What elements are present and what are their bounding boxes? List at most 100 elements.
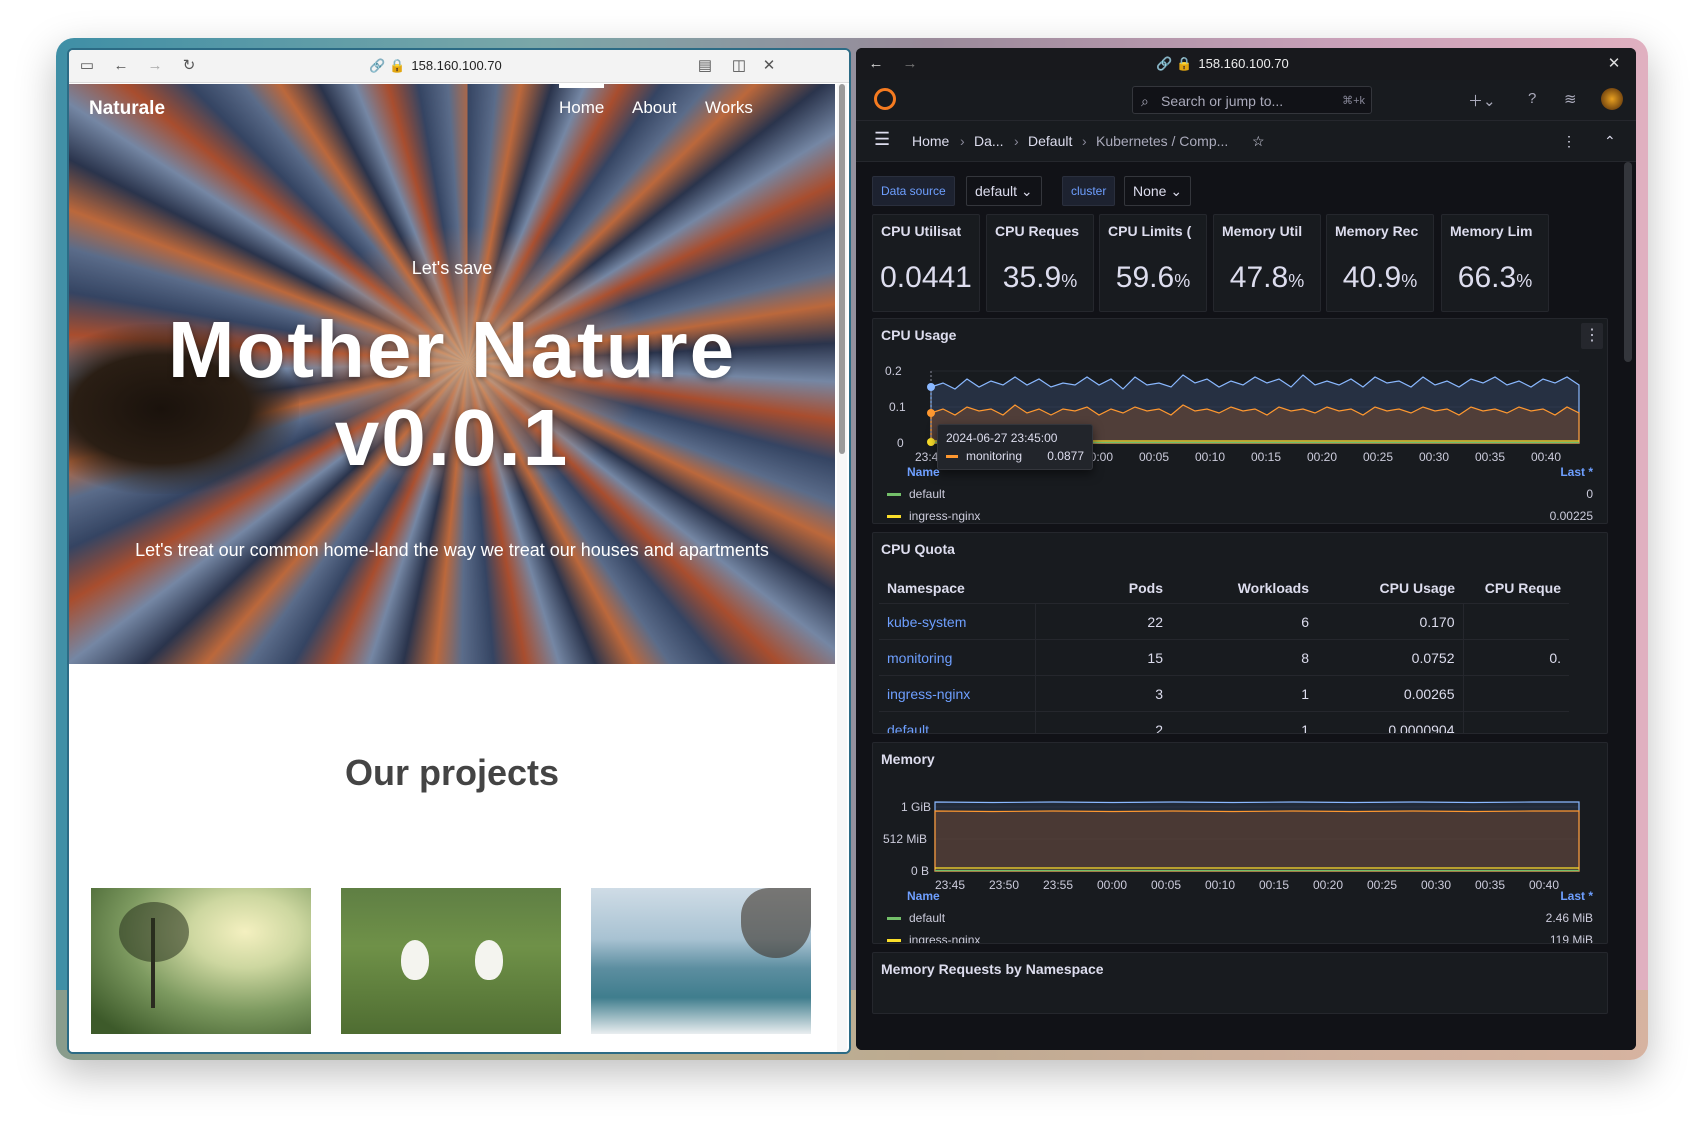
x-tick: 23:50 xyxy=(989,878,1019,892)
x-tick: 00:20 xyxy=(1313,878,1343,892)
x-tick: 00:15 xyxy=(1259,878,1289,892)
panel-title: Memory xyxy=(881,751,935,767)
project-image-foggy-tree[interactable] xyxy=(91,888,311,1034)
var-select-cluster[interactable]: None ⌄ xyxy=(1124,176,1192,206)
link-icon: 🔗 xyxy=(1156,56,1173,71)
add-menu-icon[interactable]: ＋⌄ xyxy=(1468,90,1496,111)
sidebar-icon[interactable]: ▭ xyxy=(77,56,97,76)
col-cpu-requests[interactable]: CPU Reque xyxy=(1463,573,1569,604)
project-image-winter-lake[interactable] xyxy=(591,888,811,1034)
menu-icon[interactable]: ☰ xyxy=(874,129,890,150)
var-label-cluster: cluster xyxy=(1062,176,1116,206)
site-logo[interactable]: Naturale xyxy=(89,98,165,120)
news-rss-icon[interactable]: ≋ xyxy=(1564,90,1577,108)
insecure-lock-icon: 🔒 xyxy=(1176,56,1193,71)
stat-memory-limits[interactable]: Memory Lim 66.3% xyxy=(1441,214,1549,312)
nav-home[interactable]: Home xyxy=(559,84,605,118)
search-input[interactable]: ⌕ Search or jump to... ⌘+k xyxy=(1132,86,1372,114)
browser-window-right: ← → 🔗 🔒 158.160.100.70 ✕ ⌕ Search or jump … xyxy=(856,48,1636,1050)
breadcrumb: ☰ Home › Da... › Default › Kubernetes / … xyxy=(856,121,1636,162)
hero-kicker: Let's save xyxy=(411,258,493,278)
x-tick: 00:25 xyxy=(1367,878,1397,892)
x-tick: 00:10 xyxy=(1195,450,1225,464)
namespace-link[interactable]: kube-system xyxy=(879,603,1036,640)
x-tick: 23:4 xyxy=(915,450,939,464)
close-icon[interactable]: ✕ xyxy=(1604,54,1624,74)
collapse-icon[interactable]: ⌃ xyxy=(1604,133,1616,150)
legend-item[interactable]: ingress-nginx 119 MiB xyxy=(887,933,1593,943)
browser-toolbar: ▭ ← → ↻ 🔗 🔒 158.160.100.70 ▤ ◫ ✕ xyxy=(69,50,849,83)
hover-point xyxy=(927,383,935,391)
x-tick: 00:35 xyxy=(1475,450,1505,464)
legend-header-last[interactable]: Last * xyxy=(1560,889,1593,903)
insecure-lock-icon: 🔒 xyxy=(389,58,406,73)
x-tick: 00:05 xyxy=(1139,450,1169,464)
grafana-logo-icon[interactable] xyxy=(874,88,896,110)
col-namespace[interactable]: Namespace xyxy=(879,573,1035,604)
breadcrumb-dashboards[interactable]: Da... xyxy=(974,133,1004,149)
y-tick: 0.2 xyxy=(885,364,902,378)
panel-cpu-usage[interactable]: CPU Usage ⋮ 0.2 0.1 0 23:4 00:00 00:05 0… xyxy=(872,318,1608,524)
project-image-ducks[interactable] xyxy=(341,888,561,1034)
reload-icon[interactable]: ↻ xyxy=(179,56,199,76)
dashboard-scrollbar[interactable] xyxy=(1624,162,1632,362)
forward-icon[interactable]: → xyxy=(900,54,920,74)
breadcrumb-home[interactable]: Home xyxy=(912,133,949,149)
legend-header-name[interactable]: Name xyxy=(907,465,940,479)
hero-banner: Naturale Home About Works Let's save Mot… xyxy=(69,84,835,664)
series-monitoring-area xyxy=(934,810,1580,872)
hero-title-line-2: v0.0.1 xyxy=(334,393,570,482)
y-tick: 512 MiB xyxy=(883,832,927,846)
forward-icon[interactable]: → xyxy=(145,56,165,76)
tooltip-time: 2024-06-27 23:45:00 xyxy=(946,431,1058,445)
star-icon[interactable]: ☆ xyxy=(1252,133,1265,150)
stat-cpu-requests[interactable]: CPU Reques 35.9% xyxy=(986,214,1094,312)
table-row: default 2 1 0.0000904 xyxy=(879,711,1569,733)
legend-item[interactable]: default 0 xyxy=(887,487,1593,501)
help-icon[interactable]: ? xyxy=(1528,90,1536,107)
legend-item[interactable]: ingress-nginx 0.00225 xyxy=(887,509,1593,523)
back-icon[interactable]: ← xyxy=(111,56,131,76)
stat-memory-requests[interactable]: Memory Rec 40.9% xyxy=(1326,214,1434,312)
close-icon[interactable]: ✕ xyxy=(759,56,779,76)
y-tick: 1 GiB xyxy=(901,800,931,814)
tooltip-value: 0.0877 xyxy=(1047,449,1084,463)
x-tick: 00:30 xyxy=(1419,450,1449,464)
search-icon: ⌕ xyxy=(1141,93,1149,109)
legend-item[interactable]: default 2.46 MiB xyxy=(887,911,1593,925)
split-view-icon[interactable]: ◫ xyxy=(729,56,749,76)
namespace-link[interactable]: default xyxy=(879,711,1036,733)
panel-memory[interactable]: Memory 1 GiB 512 MiB 0 B 23:45 23:50 23:… xyxy=(872,742,1608,944)
stat-memory-utilisation[interactable]: Memory Util 47.8% xyxy=(1213,214,1321,312)
legend-header-name[interactable]: Name xyxy=(907,889,940,903)
dashboard-body: Data source default ⌄ cluster None ⌄ CPU… xyxy=(856,162,1636,1050)
reader-icon[interactable]: ▤ xyxy=(695,56,715,76)
panel-cpu-quota[interactable]: CPU Quota Namespace Pods Workloads CPU U… xyxy=(872,532,1608,734)
col-cpu-usage[interactable]: CPU Usage xyxy=(1317,573,1463,604)
x-tick: 00:10 xyxy=(1205,878,1235,892)
legend-header-last[interactable]: Last * xyxy=(1560,465,1593,479)
stat-cpu-limits[interactable]: CPU Limits ( 59.6% xyxy=(1099,214,1207,312)
col-pods[interactable]: Pods xyxy=(1035,573,1171,604)
col-workloads[interactable]: Workloads xyxy=(1171,573,1317,604)
back-icon[interactable]: ← xyxy=(866,54,886,74)
page-scrollbar[interactable] xyxy=(837,84,847,1052)
panel-menu-icon[interactable]: ⋮ xyxy=(1581,323,1603,349)
web-page: Naturale Home About Works Let's save Mot… xyxy=(69,84,835,1052)
stat-cpu-utilisation[interactable]: CPU Utilisat 0.0441 xyxy=(872,214,980,312)
var-select-datasource[interactable]: default ⌄ xyxy=(966,176,1042,206)
x-tick: 00:35 xyxy=(1475,878,1505,892)
user-avatar[interactable] xyxy=(1601,88,1623,110)
nav-works[interactable]: Works xyxy=(705,98,753,118)
namespace-link[interactable]: monitoring xyxy=(879,639,1036,676)
address-bar[interactable]: 🔗 🔒 158.160.100.70 xyxy=(1156,56,1289,72)
kebab-menu-icon[interactable]: ⋮ xyxy=(1562,133,1576,150)
memory-chart[interactable]: 1 GiB 512 MiB 0 B 23:45 23:50 23:55 00:0… xyxy=(873,783,1607,923)
x-tick: 00:40 xyxy=(1529,878,1559,892)
nav-about[interactable]: About xyxy=(632,98,676,118)
breadcrumb-folder[interactable]: Default xyxy=(1028,133,1072,149)
panel-title: Memory Requests by Namespace xyxy=(881,961,1104,977)
address-bar[interactable]: 🔗 🔒 158.160.100.70 xyxy=(369,58,502,74)
namespace-link[interactable]: ingress-nginx xyxy=(879,675,1036,712)
panel-memory-requests[interactable]: Memory Requests by Namespace xyxy=(872,952,1608,1014)
